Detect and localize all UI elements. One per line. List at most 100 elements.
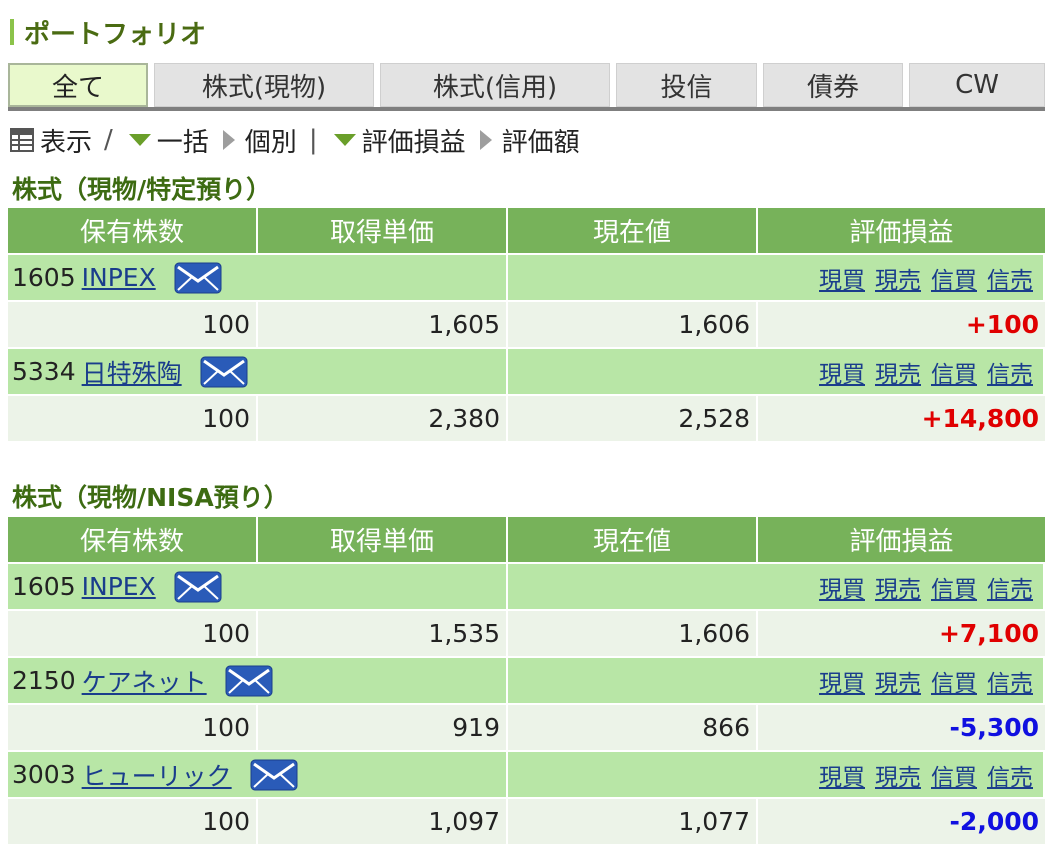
margin-buy-link[interactable]: 信買 bbox=[931, 570, 977, 604]
stock-value-row: 100 1,097 1,077 -2,000 bbox=[8, 799, 1045, 846]
tab-stock-margin[interactable]: 株式(信用) bbox=[380, 63, 610, 107]
header-cost: 取得単価 bbox=[258, 208, 506, 253]
stock-name-link[interactable]: ケアネット bbox=[82, 663, 207, 699]
cost-value: 1,535 bbox=[258, 611, 506, 656]
stock-name-link[interactable]: ヒューリック bbox=[82, 757, 232, 793]
display-toolbar: 表示 / 一括 個別 | 評価損益 評価額 bbox=[10, 122, 580, 158]
price-value: 1,606 bbox=[508, 302, 756, 347]
margin-buy-link[interactable]: 信買 bbox=[931, 664, 977, 698]
shares-value: 100 bbox=[8, 302, 256, 347]
toolbar-divider: | bbox=[308, 125, 318, 155]
holdings-table-nisa: 保有株数 取得単価 現在値 評価損益 1605 INPEX 現買 現売 信買 信… bbox=[8, 517, 1045, 846]
trade-actions: 現買 現売 信買 信売 bbox=[508, 658, 1043, 703]
table-header-row: 保有株数 取得単価 現在値 評価損益 bbox=[8, 208, 1045, 255]
stock-value-row: 100 2,380 2,528 +14,800 bbox=[8, 396, 1045, 443]
caret-right-icon bbox=[479, 130, 492, 150]
stock-name-row: 1605 INPEX 現買 現売 信買 信売 bbox=[8, 255, 1045, 302]
pl-value: +100 bbox=[758, 302, 1045, 347]
cash-sell-link[interactable]: 現売 bbox=[875, 758, 921, 792]
page-header: ポートフォリオ bbox=[10, 14, 206, 50]
category-tabs: 全て 株式(現物) 株式(信用) 投信 債券 CW bbox=[8, 63, 1045, 111]
header-pl: 評価損益 bbox=[758, 517, 1045, 562]
cash-buy-link[interactable]: 現買 bbox=[819, 570, 865, 604]
mail-icon[interactable] bbox=[200, 356, 248, 388]
mail-icon[interactable] bbox=[174, 262, 222, 294]
shares-value: 100 bbox=[8, 705, 256, 750]
header-shares: 保有株数 bbox=[8, 517, 256, 562]
stock-name-cell: 5334 日特殊陶 bbox=[8, 349, 506, 394]
mail-icon[interactable] bbox=[250, 759, 298, 791]
margin-sell-link[interactable]: 信売 bbox=[987, 758, 1033, 792]
tab-cw[interactable]: CW bbox=[909, 63, 1045, 107]
eval-pl-option[interactable]: 評価損益 bbox=[362, 122, 466, 159]
stock-name-cell: 1605 INPEX bbox=[8, 255, 506, 300]
stock-name-link[interactable]: 日特殊陶 bbox=[82, 354, 182, 390]
trade-actions: 現買 現売 信買 信売 bbox=[508, 255, 1043, 300]
caret-right-icon bbox=[222, 130, 235, 150]
stock-code: 5334 bbox=[12, 357, 76, 386]
stock-value-row: 100 919 866 -5,300 bbox=[8, 705, 1045, 752]
cash-sell-link[interactable]: 現売 bbox=[875, 261, 921, 295]
stock-name-row: 5334 日特殊陶 現買 現売 信買 信売 bbox=[8, 349, 1045, 396]
cash-buy-link[interactable]: 現買 bbox=[819, 355, 865, 389]
margin-buy-link[interactable]: 信買 bbox=[931, 261, 977, 295]
display-label: 表示 bbox=[40, 127, 93, 158]
stock-name-row: 1605 INPEX 現買 現売 信買 信売 bbox=[8, 564, 1045, 611]
holdings-table-specific: 保有株数 取得単価 現在値 評価損益 1605 INPEX 現買 現売 信買 信… bbox=[8, 208, 1045, 443]
price-value: 2,528 bbox=[508, 396, 756, 441]
shares-value: 100 bbox=[8, 611, 256, 656]
tab-bonds[interactable]: 債券 bbox=[763, 63, 903, 107]
page-title: ポートフォリオ bbox=[24, 19, 207, 50]
margin-buy-link[interactable]: 信買 bbox=[931, 355, 977, 389]
price-value: 1,606 bbox=[508, 611, 756, 656]
mail-icon[interactable] bbox=[174, 571, 222, 603]
stock-name-cell: 2150 ケアネット bbox=[8, 658, 506, 703]
stock-name-row: 2150 ケアネット 現買 現売 信買 信売 bbox=[8, 658, 1045, 705]
margin-sell-link[interactable]: 信売 bbox=[987, 664, 1033, 698]
header-pl: 評価損益 bbox=[758, 208, 1045, 253]
tab-funds[interactable]: 投信 bbox=[616, 63, 757, 107]
eval-amount-option[interactable]: 評価額 bbox=[502, 122, 580, 159]
cash-sell-link[interactable]: 現売 bbox=[875, 664, 921, 698]
mail-icon[interactable] bbox=[225, 665, 273, 697]
margin-sell-link[interactable]: 信売 bbox=[987, 570, 1033, 604]
header-shares: 保有株数 bbox=[8, 208, 256, 253]
trade-actions: 現買 現売 信買 信売 bbox=[508, 349, 1043, 394]
pl-value: +14,800 bbox=[758, 396, 1045, 441]
margin-sell-link[interactable]: 信売 bbox=[987, 355, 1033, 389]
stock-name-link[interactable]: INPEX bbox=[82, 263, 156, 292]
header-price: 現在値 bbox=[508, 517, 756, 562]
stock-name-row: 3003 ヒューリック 現買 現売 信買 信売 bbox=[8, 752, 1045, 799]
cash-buy-link[interactable]: 現買 bbox=[819, 261, 865, 295]
shares-value: 100 bbox=[8, 396, 256, 441]
stock-name-cell: 3003 ヒューリック bbox=[8, 752, 506, 797]
individual-display-option[interactable]: 個別 bbox=[245, 122, 297, 159]
price-value: 1,077 bbox=[508, 799, 756, 844]
bulk-display-option[interactable]: 一括 bbox=[157, 122, 209, 159]
margin-buy-link[interactable]: 信買 bbox=[931, 758, 977, 792]
stock-name-cell: 1605 INPEX bbox=[8, 564, 506, 609]
cash-buy-link[interactable]: 現買 bbox=[819, 664, 865, 698]
stock-code: 3003 bbox=[12, 760, 76, 789]
cost-value: 1,097 bbox=[258, 799, 506, 844]
stock-code: 1605 bbox=[12, 263, 76, 292]
stock-code: 1605 bbox=[12, 572, 76, 601]
cash-sell-link[interactable]: 現売 bbox=[875, 355, 921, 389]
stock-name-link[interactable]: INPEX bbox=[82, 572, 156, 601]
tab-all[interactable]: 全て bbox=[8, 63, 148, 107]
section-title-specific: 株式（現物/特定預り） bbox=[12, 175, 272, 204]
header-price: 現在値 bbox=[508, 208, 756, 253]
stock-code: 2150 bbox=[12, 666, 76, 695]
cash-buy-link[interactable]: 現買 bbox=[819, 758, 865, 792]
stock-value-row: 100 1,535 1,606 +7,100 bbox=[8, 611, 1045, 658]
table-header-row: 保有株数 取得単価 現在値 評価損益 bbox=[8, 517, 1045, 564]
margin-sell-link[interactable]: 信売 bbox=[987, 261, 1033, 295]
header-cost: 取得単価 bbox=[258, 517, 506, 562]
title-accent-bar bbox=[10, 19, 14, 45]
cost-value: 919 bbox=[258, 705, 506, 750]
cost-value: 2,380 bbox=[258, 396, 506, 441]
caret-down-icon bbox=[333, 134, 356, 146]
price-value: 866 bbox=[508, 705, 756, 750]
tab-stock-cash[interactable]: 株式(現物) bbox=[154, 63, 374, 107]
cash-sell-link[interactable]: 現売 bbox=[875, 570, 921, 604]
